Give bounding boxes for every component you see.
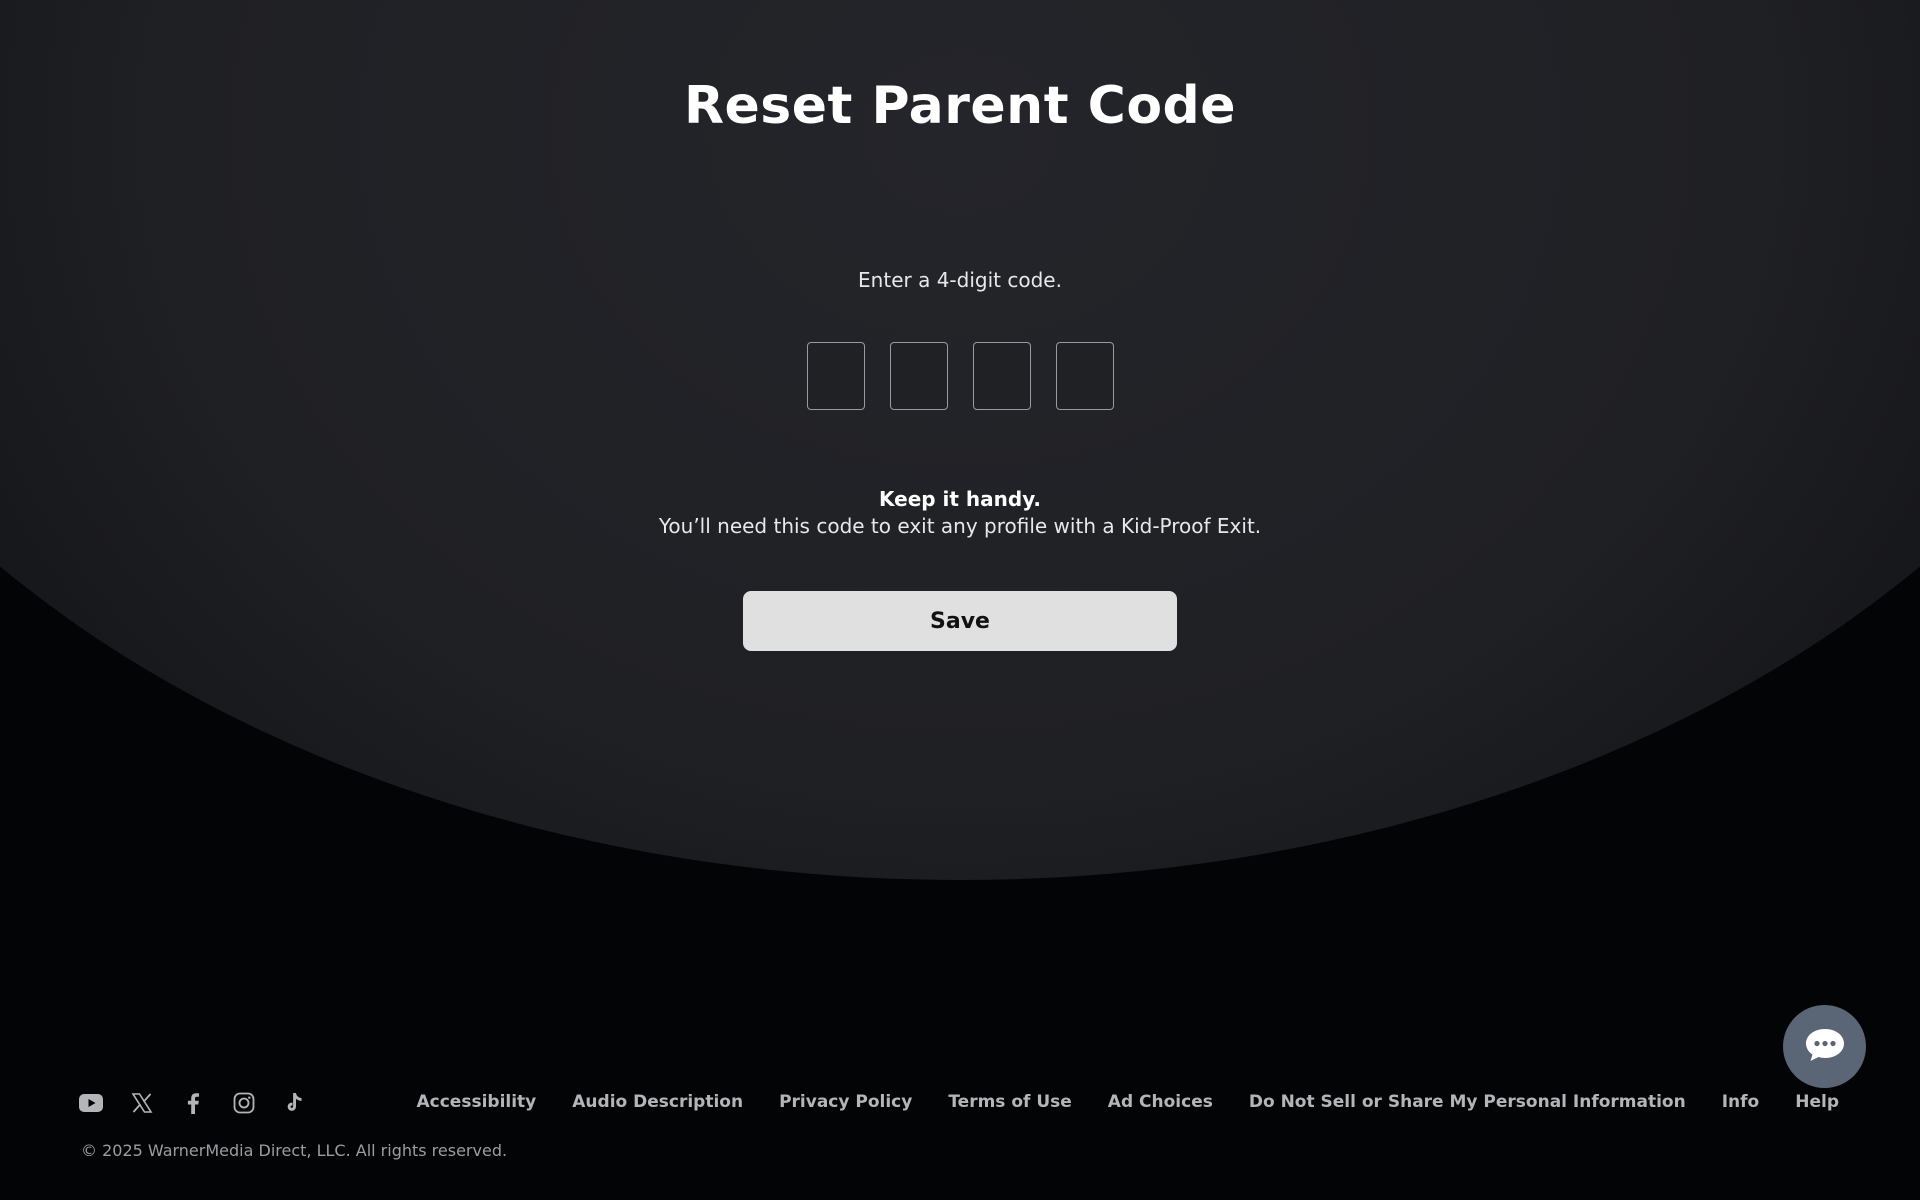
footer-link-audio-description[interactable]: Audio Description — [572, 1092, 743, 1112]
footer-link-help[interactable]: Help — [1795, 1092, 1839, 1112]
footer-link-ad-choices[interactable]: Ad Choices — [1108, 1092, 1213, 1112]
facebook-icon[interactable] — [180, 1090, 206, 1116]
footer-link-accessibility[interactable]: Accessibility — [417, 1092, 537, 1112]
footer-link-info[interactable]: Info — [1722, 1092, 1760, 1112]
youtube-icon[interactable] — [78, 1090, 104, 1116]
footer-link-privacy-policy[interactable]: Privacy Policy — [779, 1092, 912, 1112]
footer-link-terms-of-use[interactable]: Terms of Use — [948, 1092, 1071, 1112]
copyright-text: © 2025 WarnerMedia Direct, LLC. All righ… — [81, 1141, 508, 1160]
code-digit-3-input[interactable] — [972, 342, 1031, 410]
footer-links: Accessibility Audio Description Privacy … — [417, 1092, 1840, 1112]
chat-bubble-icon — [1804, 1027, 1846, 1067]
tiktok-icon[interactable] — [282, 1090, 308, 1116]
save-button[interactable]: Save — [743, 591, 1177, 651]
code-input-row — [0, 342, 1920, 410]
code-digit-4-input[interactable] — [1055, 342, 1114, 410]
x-icon[interactable] — [129, 1090, 155, 1116]
code-instruction: Enter a 4-digit code. — [858, 268, 1062, 292]
social-links — [78, 1090, 308, 1116]
note-body: You’ll need this code to exit any profil… — [658, 514, 1262, 538]
chat-button[interactable] — [1783, 1005, 1866, 1088]
note-title: Keep it handy. — [878, 487, 1042, 511]
instagram-icon[interactable] — [231, 1090, 257, 1116]
footer-link-do-not-sell[interactable]: Do Not Sell or Share My Personal Informa… — [1249, 1092, 1686, 1112]
page-title: Reset Parent Code — [683, 76, 1237, 136]
code-digit-2-input[interactable] — [889, 342, 948, 410]
code-digit-1-input[interactable] — [806, 342, 865, 410]
reset-parent-code-page: Reset Parent Code Enter a 4-digit code. … — [0, 0, 1920, 1200]
